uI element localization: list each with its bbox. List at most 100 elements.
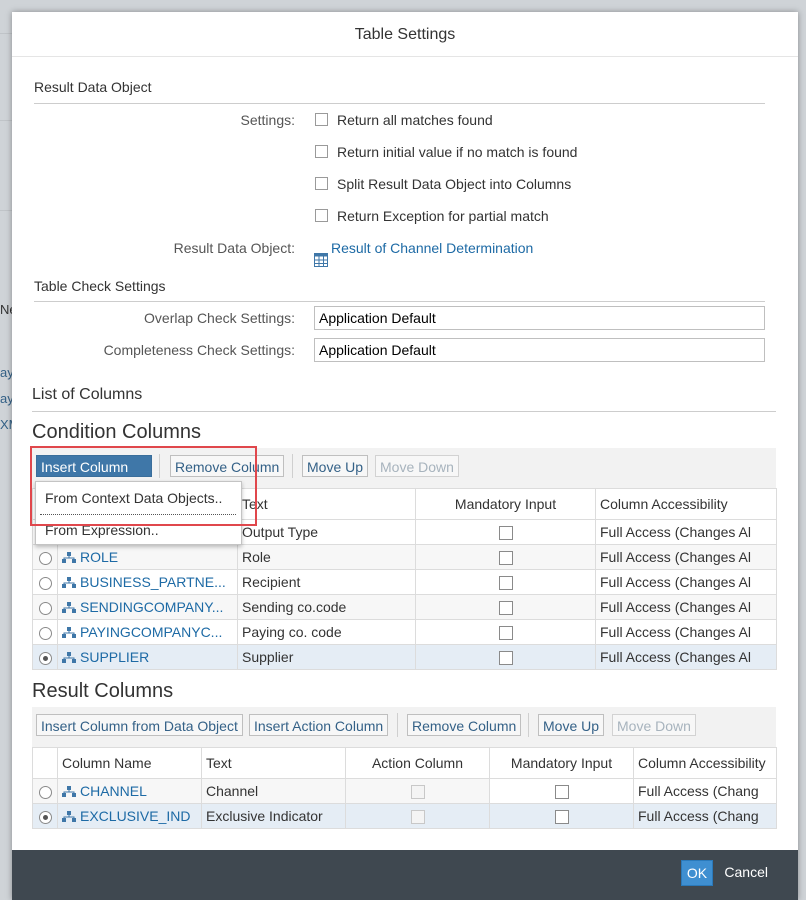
column-name-link[interactable]: SENDINGCOMPANY... [80, 599, 223, 615]
text-header: Text [201, 747, 346, 779]
table-row[interactable]: ROLE Role Full Access (Changes Al [32, 544, 777, 570]
row-radio[interactable] [38, 576, 52, 590]
row-text: Channel [201, 778, 346, 804]
structure-icon [62, 552, 76, 564]
cancel-button[interactable]: Cancel [724, 860, 768, 884]
result-data-object-link[interactable]: Result of Channel Determination [331, 240, 533, 256]
action-column-checkbox [410, 785, 425, 800]
result-data-object-heading: Result Data Object [34, 79, 152, 95]
row-radio[interactable] [38, 785, 52, 799]
structure-icon [62, 627, 76, 639]
action-column-checkbox [410, 810, 425, 825]
toolbar-separator [292, 454, 293, 478]
return-initial-value-label: Return initial value if no match is foun… [337, 144, 578, 160]
table-row[interactable]: CHANNEL Channel Full Access (Chang [32, 778, 777, 804]
move-up-button[interactable]: Move Up [302, 455, 369, 477]
structure-icon [62, 577, 76, 589]
mandatory-checkbox[interactable] [554, 810, 569, 825]
return-exception-label: Return Exception for partial match [337, 208, 549, 224]
row-access[interactable]: Full Access (Chang [633, 803, 777, 829]
column-name-link[interactable]: SUPPLIER [80, 649, 149, 665]
table-header-row: Column Name Text Action Column Mandatory… [32, 747, 777, 779]
split-result-label: Split Result Data Object into Columns [337, 176, 572, 192]
action-column-header: Action Column [345, 747, 490, 779]
overlap-check-field[interactable]: Application Default [314, 306, 765, 330]
table-row[interactable]: BUSINESS_PARTNE... Recipient Full Access… [32, 569, 777, 595]
mandatory-checkbox[interactable] [498, 651, 513, 666]
mandatory-checkbox[interactable] [498, 551, 513, 566]
table-row[interactable]: PAYINGCOMPANYC... Paying co. code Full A… [32, 619, 777, 645]
row-access[interactable]: Full Access (Changes Al [595, 594, 777, 620]
completeness-check-field[interactable]: Application Default [314, 338, 765, 362]
result-data-object-label: Result Data Object: [173, 240, 295, 256]
row-access[interactable]: Full Access (Changes Al [595, 519, 777, 545]
row-radio[interactable] [38, 551, 52, 565]
background-divider [0, 210, 12, 211]
column-name-link[interactable]: PAYINGCOMPANYC... [80, 624, 222, 640]
mandatory-checkbox[interactable] [498, 601, 513, 616]
table-settings-dialog: Table Settings Result Data Object Settin… [12, 12, 798, 900]
column-name-header: Column Name [57, 747, 202, 779]
toolbar-separator [397, 713, 398, 737]
row-text: Recipient [237, 569, 416, 595]
row-access[interactable]: Full Access (Changes Al [595, 544, 777, 570]
row-access[interactable]: Full Access (Chang [633, 778, 777, 804]
column-name-link[interactable]: CHANNEL [80, 783, 147, 799]
insert-column-from-data-object-button[interactable]: Insert Column from Data Object [36, 714, 243, 736]
table-row-selected[interactable]: EXCLUSIVE_IND Exclusive Indicator Full A… [32, 803, 777, 829]
row-text: Exclusive Indicator [201, 803, 346, 829]
return-all-matches-checkbox[interactable] [315, 113, 328, 126]
move-down-button[interactable]: Move Down [375, 455, 459, 477]
condition-columns-heading: Condition Columns [32, 421, 201, 443]
move-up-button[interactable]: Move Up [538, 714, 605, 736]
row-radio-selected[interactable] [38, 651, 52, 665]
table-row-selected[interactable]: SUPPLIER Supplier Full Access (Changes A… [32, 644, 777, 670]
move-down-button[interactable]: Move Down [612, 714, 696, 736]
ok-button[interactable]: OK [681, 860, 713, 886]
section-divider [34, 301, 765, 302]
column-name-link[interactable]: BUSINESS_PARTNE... [80, 574, 226, 590]
mandatory-input-header: Mandatory Input [489, 747, 634, 779]
column-name-link[interactable]: EXCLUSIVE_IND [80, 808, 190, 824]
row-access[interactable]: Full Access (Changes Al [595, 569, 777, 595]
mandatory-checkbox[interactable] [554, 785, 569, 800]
structure-icon [62, 811, 76, 823]
result-columns-table: Column Name Text Action Column Mandatory… [32, 747, 777, 829]
structure-icon [62, 602, 76, 614]
toolbar-separator [528, 713, 529, 737]
row-radio-selected[interactable] [38, 810, 52, 824]
dialog-footer: OK Cancel [12, 850, 798, 900]
mandatory-checkbox[interactable] [498, 576, 513, 591]
mandatory-checkbox[interactable] [498, 626, 513, 641]
mandatory-checkbox[interactable] [498, 526, 513, 541]
list-of-columns-heading: List of Columns [32, 386, 143, 403]
column-name-link[interactable]: ROLE [80, 549, 118, 565]
mandatory-input-header: Mandatory Input [415, 488, 596, 520]
row-text: Supplier [237, 644, 416, 670]
table-row[interactable]: SENDINGCOMPANY... Sending co.code Full A… [32, 594, 777, 620]
highlight-box [30, 446, 257, 526]
row-access[interactable]: Full Access (Changes Al [595, 619, 777, 645]
return-initial-value-checkbox[interactable] [315, 145, 328, 158]
section-divider [34, 103, 765, 104]
table-icon [314, 253, 328, 267]
remove-column-button[interactable]: Remove Column [407, 714, 522, 736]
column-accessibility-header: Column Accessibility [595, 488, 777, 520]
return-exception-checkbox[interactable] [315, 209, 328, 222]
row-radio[interactable] [38, 601, 52, 615]
structure-icon [62, 786, 76, 798]
insert-action-column-button[interactable]: Insert Action Column [249, 714, 389, 736]
row-text: Role [237, 544, 416, 570]
row-access[interactable]: Full Access (Changes Al [595, 644, 777, 670]
settings-label: Settings: [240, 112, 295, 128]
select-header [32, 747, 58, 779]
row-radio[interactable] [38, 626, 52, 640]
result-columns-heading: Result Columns [32, 680, 174, 702]
row-text: Sending co.code [237, 594, 416, 620]
row-text: Output Type [237, 519, 416, 545]
text-header: Text [237, 488, 416, 520]
section-divider [32, 411, 776, 412]
column-accessibility-header: Column Accessibility [633, 747, 777, 779]
split-result-checkbox[interactable] [315, 177, 328, 190]
dialog-title: Table Settings [12, 12, 798, 57]
